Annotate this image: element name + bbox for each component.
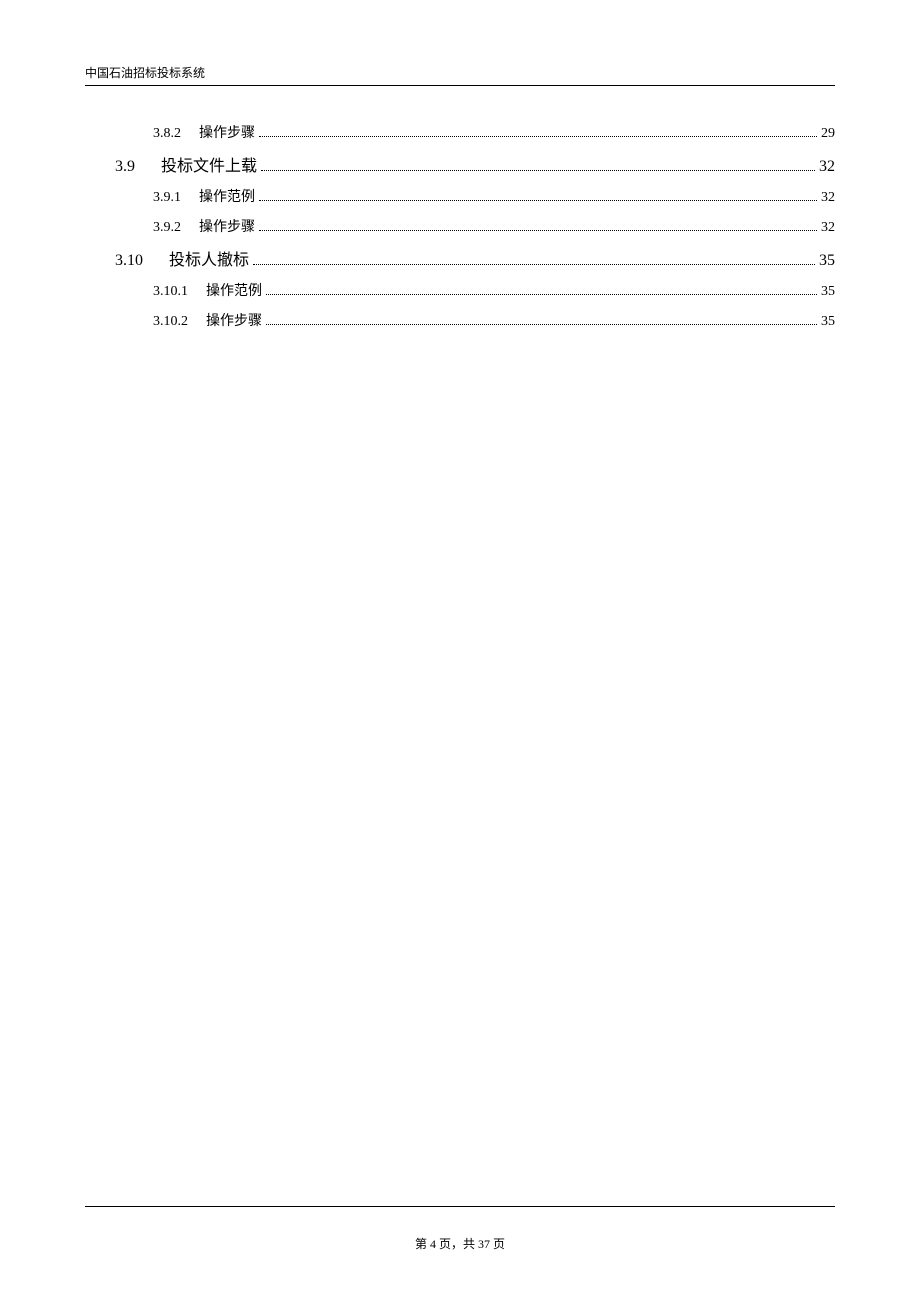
toc-leader-dots <box>259 230 817 231</box>
toc-entry: 3.9.1 操作范例 32 <box>115 186 835 206</box>
toc-entry-number: 3.10.2 <box>153 314 188 330</box>
toc-entry-page: 32 <box>821 190 835 206</box>
toc-entry: 3.9 投标文件上载 32 <box>115 152 835 176</box>
toc-leader-dots <box>253 264 815 265</box>
toc-entry-page: 35 <box>819 252 835 270</box>
toc-entry-number: 3.10 <box>115 252 143 270</box>
toc-entry-number: 3.9.1 <box>153 190 181 206</box>
header-title: 中国石油招标投标系统 <box>85 64 835 81</box>
toc-leader-dots <box>259 136 817 137</box>
toc-entry: 3.10.1 操作范例 35 <box>115 280 835 300</box>
toc-entry-page: 35 <box>821 314 835 330</box>
toc-entry-title: 操作范例 <box>199 186 255 206</box>
toc-entry-title: 操作步骤 <box>199 122 255 142</box>
toc-entry-title: 投标文件上载 <box>161 152 257 176</box>
toc-entry-title: 投标人撤标 <box>169 246 249 270</box>
toc-entry-number: 3.9 <box>115 158 135 176</box>
toc-entry-title: 操作范例 <box>206 280 262 300</box>
toc-entry-number: 3.8.2 <box>153 126 181 142</box>
toc-entry: 3.8.2 操作步骤 29 <box>115 122 835 142</box>
toc-leader-dots <box>259 200 817 201</box>
page-header: 中国石油招标投标系统 <box>85 64 835 86</box>
toc-entry-page: 29 <box>821 126 835 142</box>
toc-entry-page: 32 <box>821 220 835 236</box>
toc-leader-dots <box>261 170 815 171</box>
toc-entry-title: 操作步骤 <box>206 310 262 330</box>
toc-entry: 3.10.2 操作步骤 35 <box>115 310 835 330</box>
toc-leader-dots <box>266 324 817 325</box>
toc-entry-page: 35 <box>821 284 835 300</box>
document-page: 中国石油招标投标系统 3.8.2 操作步骤 29 3.9 投标文件上载 32 3… <box>0 0 920 1302</box>
table-of-contents: 3.8.2 操作步骤 29 3.9 投标文件上载 32 3.9.1 操作范例 3… <box>85 122 835 330</box>
page-number: 第 4 页，共 37 页 <box>85 1235 835 1252</box>
toc-entry: 3.9.2 操作步骤 32 <box>115 216 835 236</box>
toc-entry-page: 32 <box>819 158 835 176</box>
toc-entry-number: 3.10.1 <box>153 284 188 300</box>
footer-divider <box>85 1206 835 1207</box>
page-footer: 第 4 页，共 37 页 <box>85 1206 835 1252</box>
toc-entry: 3.10 投标人撤标 35 <box>115 246 835 270</box>
toc-entry-title: 操作步骤 <box>199 216 255 236</box>
toc-entry-number: 3.9.2 <box>153 220 181 236</box>
toc-leader-dots <box>266 294 817 295</box>
